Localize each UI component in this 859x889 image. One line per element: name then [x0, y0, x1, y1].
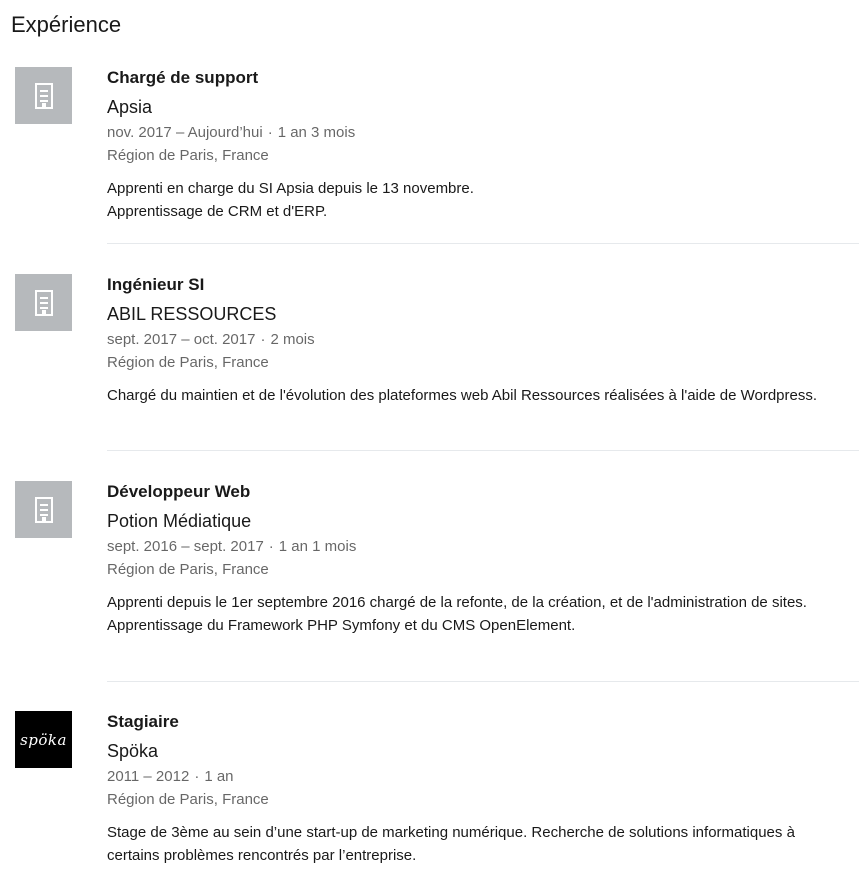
location: Région de Paris, France [107, 147, 269, 164]
section-title: Expérience [11, 12, 122, 37]
company-name[interactable]: Apsia [107, 95, 859, 119]
job-title[interactable]: Stagiaire [107, 711, 859, 733]
location: Région de Paris, France [107, 791, 269, 808]
spoka-logo: spöka [20, 730, 67, 749]
date-range-row: sept. 2016 – sept. 2017 · 1 an 1 mois [107, 537, 859, 557]
company-logo-abil[interactable] [15, 274, 72, 331]
location: Région de Paris, France [107, 561, 269, 578]
divider [107, 450, 859, 451]
building-icon [34, 496, 53, 523]
job-title[interactable]: Chargé de support [107, 67, 859, 89]
duration: 1 an 1 mois [278, 538, 357, 555]
job-description: Apprenti en charge du SI Apsia depuis le… [107, 177, 827, 223]
duration: 1 an 3 mois [277, 124, 356, 141]
job-title[interactable]: Ingénieur SI [107, 274, 859, 296]
company-logo-apsia[interactable] [15, 67, 72, 124]
date-range: sept. 2017 – oct. 2017 [107, 331, 256, 348]
building-icon [34, 289, 53, 316]
company-name[interactable]: Potion Médiatique [107, 509, 859, 533]
date-range: 2011 – 2012 [107, 768, 190, 785]
duration: 1 an [204, 768, 234, 785]
description-line: Apprenti en charge du SI Apsia depuis le… [107, 180, 474, 197]
date-range-row: nov. 2017 – Aujourd’hui · 1 an 3 mois [107, 123, 859, 143]
dot-separator: · [260, 331, 266, 348]
date-range: sept. 2016 – sept. 2017 [107, 538, 264, 555]
description-line: Stage de 3ème au sein d’une start-up de … [107, 824, 795, 864]
company-name[interactable]: ABIL RESSOURCES [107, 302, 859, 326]
divider [107, 681, 859, 682]
company-logo-spoka[interactable]: spöka [15, 711, 72, 768]
description-line: Apprentissage de CRM et d'ERP. [107, 203, 328, 220]
dot-separator: · [268, 538, 274, 555]
building-icon [34, 82, 53, 109]
location: Région de Paris, France [107, 354, 269, 371]
dot-separator: · [267, 124, 273, 141]
date-range-row: 2011 – 2012 · 1 an [107, 767, 859, 787]
description-line: Chargé du maintien et de l'évolution des… [107, 387, 818, 404]
job-description: Stage de 3ème au sein d’une start-up de … [107, 821, 827, 867]
description-line: Apprentissage du Framework PHP Symfony e… [107, 617, 576, 634]
company-name[interactable]: Spöka [107, 739, 859, 763]
description-line: Apprenti depuis le 1er septembre 2016 ch… [107, 594, 807, 611]
job-description: Chargé du maintien et de l'évolution des… [107, 384, 827, 407]
job-title[interactable]: Développeur Web [107, 481, 859, 503]
divider [107, 243, 859, 244]
date-range-row: sept. 2017 – oct. 2017 · 2 mois [107, 330, 859, 350]
date-range: nov. 2017 – Aujourd’hui [107, 124, 263, 141]
company-logo-potion[interactable] [15, 481, 72, 538]
dot-separator: · [194, 768, 200, 785]
job-description: Apprenti depuis le 1er septembre 2016 ch… [107, 591, 827, 637]
duration: 2 mois [270, 331, 315, 348]
